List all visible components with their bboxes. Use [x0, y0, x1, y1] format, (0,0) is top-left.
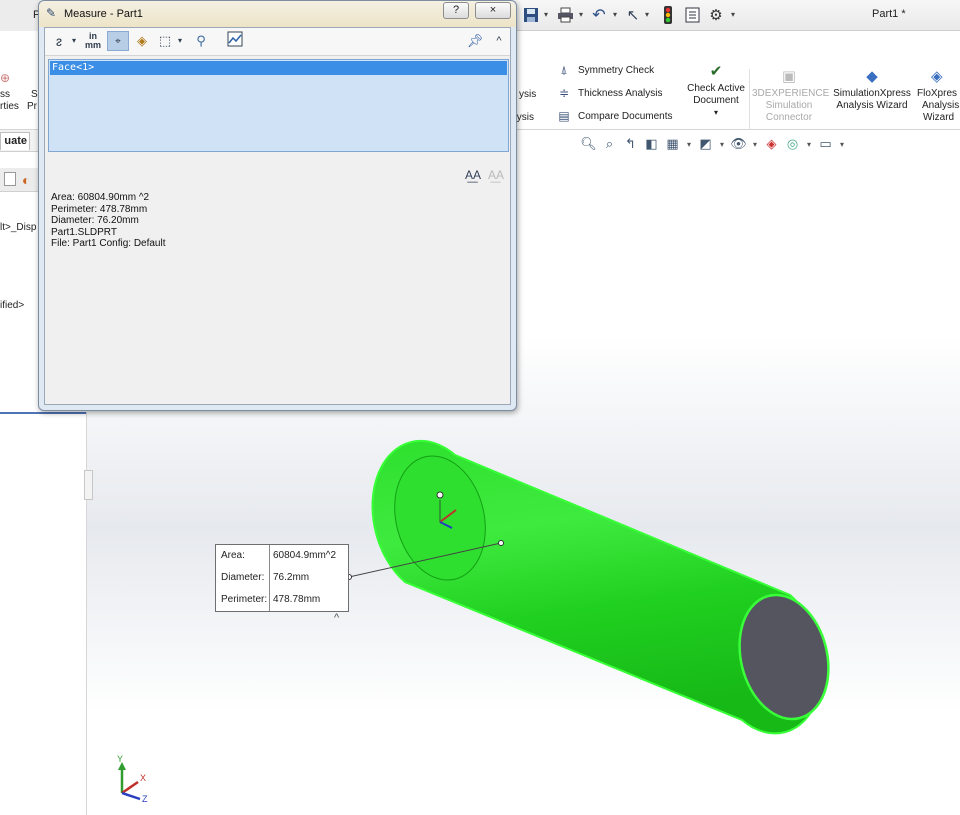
- rebuild-icon[interactable]: [658, 4, 678, 26]
- simulationxpress-analysis-wizard-button[interactable]: ◆ SimulationXpress Analysis Wizard: [829, 68, 915, 112]
- tab-evaluate[interactable]: uate: [0, 132, 30, 150]
- measure-dialog: ✎ Measure - Part1 ? × ᴤ ▾ in mm ⌖ ◈ ⬚ ▾ …: [38, 0, 517, 411]
- measure-title-bar[interactable]: ✎ Measure - Part1 ? ×: [39, 1, 516, 27]
- save-dropdown-icon[interactable]: ▾: [544, 10, 548, 19]
- appearance-tab-icon[interactable]: ◐: [22, 172, 30, 188]
- measure-content: ᴤ ▾ in mm ⌖ ◈ ⬚ ▾ ⚲ 📌︎ ^ Face<1> A͟A A͟A…: [44, 27, 511, 405]
- result-part-name: Part1.SLDPRT: [51, 226, 117, 238]
- measure-app-icon: ✎: [46, 6, 57, 20]
- section-view-icon[interactable]: ◧: [643, 136, 660, 152]
- floxpress-icon: ◈: [931, 68, 943, 85]
- hide-show-items-icon[interactable]: 👁︎: [730, 136, 747, 152]
- zoom-to-fit-icon[interactable]: 🔍︎: [580, 136, 597, 152]
- check-active-dropdown-icon[interactable]: ▾: [684, 107, 748, 119]
- projection-dropdown-icon[interactable]: ▾: [175, 31, 185, 51]
- result-area: Area: 60804.90mm ^2: [51, 192, 150, 203]
- keep-visible-pin-icon[interactable]: 📌︎: [465, 31, 485, 51]
- tree-item-display-state[interactable]: lt>_Disp: [0, 222, 36, 233]
- result-perimeter: Perimeter: 478.78mm: [51, 203, 148, 215]
- measure-toolbar: ᴤ ▾ in mm ⌖ ◈ ⬚ ▾ ⚲ 📌︎ ^: [45, 28, 510, 56]
- selection-list[interactable]: Face<1>: [48, 59, 509, 152]
- result-diameter: Diameter: 76.20mm: [51, 215, 139, 226]
- view-settings-icon[interactable]: ▭: [817, 136, 834, 152]
- check-active-document-button[interactable]: ✔ Check Active Document ▾: [684, 63, 748, 119]
- check-active-document-icon: ✔: [709, 63, 723, 80]
- callout-row-diameter: Diameter: 76.2mm: [216, 567, 348, 589]
- create-sensor-icon[interactable]: [225, 31, 245, 51]
- collapse-chevron-icon[interactable]: ^: [489, 31, 509, 51]
- thickness-analysis-button[interactable]: ≑ Thickness Analysis: [556, 85, 663, 101]
- show-xyz-measurements-icon[interactable]: ⌖: [107, 31, 129, 51]
- symmetry-check-icon: ⍋: [560, 63, 568, 77]
- floxpress-analysis-wizard-button[interactable]: ◈ FloXpres Analysis Wizard: [917, 68, 960, 124]
- symmetry-check-button[interactable]: ⍋ Symmetry Check: [556, 62, 654, 78]
- property-panel-area: [0, 414, 86, 815]
- view-settings-dropdown-icon[interactable]: ▾: [838, 140, 846, 149]
- compare-documents-button[interactable]: ▤ Compare Documents: [556, 108, 672, 124]
- measure-results: Area: 60804.90mm ^2 Perimeter: 478.78mm …: [51, 192, 166, 250]
- analysis-label-a[interactable]: ysis: [519, 89, 536, 100]
- panel-splitter-handle[interactable]: [84, 470, 93, 500]
- units-precision-icon[interactable]: in mm: [83, 31, 103, 51]
- hide-show-dropdown-icon[interactable]: ▾: [751, 140, 759, 149]
- select-cursor-icon[interactable]: ↖: [624, 4, 642, 26]
- print-dropdown-icon[interactable]: ▾: [579, 10, 583, 19]
- feature-tree-tab-icon[interactable]: [4, 172, 16, 186]
- display-style-dropdown-icon[interactable]: ▾: [718, 140, 726, 149]
- triad-y-label: Y: [117, 754, 124, 764]
- mass-properties-icon[interactable]: ⊕: [0, 71, 10, 85]
- measure-title: Measure - Part1: [64, 8, 143, 20]
- section-properties-label-a[interactable]: S: [31, 89, 38, 100]
- simulationxpress-icon: ◆: [866, 68, 878, 85]
- display-style-icon[interactable]: ◩: [697, 136, 714, 152]
- options-gear-icon[interactable]: ⚙: [706, 4, 726, 26]
- mass-properties-label-b[interactable]: rties: [0, 101, 19, 112]
- title-bar-left: F: [0, 0, 40, 31]
- point-to-point-icon[interactable]: ◈: [132, 31, 152, 51]
- compare-documents-icon: ▤: [558, 109, 570, 123]
- callout-collapse-icon[interactable]: ^: [334, 612, 339, 624]
- selection-item[interactable]: Face<1>: [50, 61, 507, 75]
- heads-up-view-toolbar: 🔍︎ ⌕ ↰ ◧ ▦ ▾ ◩ ▾ 👁︎ ▾ ◈ ◎ ▾ ▭ ▾: [580, 133, 846, 155]
- view-orientation-dropdown-icon[interactable]: ▾: [685, 140, 693, 149]
- projection-icon[interactable]: ⬚: [155, 31, 175, 51]
- apply-scene-dropdown-icon[interactable]: ▾: [805, 140, 813, 149]
- options-dropdown-icon[interactable]: ▾: [731, 10, 735, 19]
- print-icon[interactable]: [555, 4, 575, 26]
- 3dexperience-simulation-connector-button[interactable]: ▣ 3DEXPERIENCE Simulation Connector: [752, 68, 829, 124]
- close-button[interactable]: ×: [475, 2, 511, 19]
- save-icon[interactable]: [521, 4, 541, 26]
- panel-divider: [0, 412, 86, 414]
- select-dropdown-icon[interactable]: ▾: [645, 10, 649, 19]
- arc-options-dropdown-icon[interactable]: ▾: [69, 31, 79, 51]
- help-button[interactable]: ?: [443, 2, 469, 19]
- edit-appearance-icon[interactable]: ◈: [763, 136, 780, 152]
- file-properties-icon[interactable]: [682, 4, 702, 26]
- undo-dropdown-icon[interactable]: ▾: [613, 10, 617, 19]
- mass-properties-label-a[interactable]: ss: [0, 89, 10, 100]
- apply-scene-icon[interactable]: ◎: [784, 136, 801, 152]
- 3dexperience-icon: ▣: [781, 68, 797, 85]
- result-file-config: File: Part1 Config: Default: [51, 238, 166, 249]
- tree-item-material[interactable]: ified>: [0, 300, 24, 311]
- measure-callout[interactable]: Area: 60804.9mm^2 Diameter: 76.2mm Perim…: [215, 544, 349, 612]
- zoom-to-area-icon[interactable]: ⌕: [601, 136, 618, 152]
- thickness-analysis-icon: ≑: [558, 86, 570, 100]
- previous-view-icon[interactable]: ↰: [622, 136, 639, 152]
- callout-row-area: Area: 60804.9mm^2: [216, 545, 348, 567]
- arc-circle-measurements-icon[interactable]: ᴤ: [49, 31, 69, 51]
- view-orientation-icon[interactable]: ▦: [664, 136, 681, 152]
- document-title: Part1 *: [872, 8, 906, 20]
- triad-z-label: Z: [142, 794, 148, 804]
- triad-x-label: X: [140, 773, 147, 783]
- undo-icon[interactable]: ↶: [589, 4, 609, 26]
- decrease-font-icon[interactable]: A͟A: [488, 168, 504, 182]
- feature-manager-tabs: ◐: [0, 168, 40, 192]
- measurement-history-icon[interactable]: ⚲: [191, 31, 211, 51]
- callout-row-perimeter: Perimeter: 478.78mm: [216, 589, 348, 611]
- section-properties-label-b[interactable]: Pr: [27, 101, 37, 112]
- increase-font-icon[interactable]: A͟A: [465, 168, 481, 182]
